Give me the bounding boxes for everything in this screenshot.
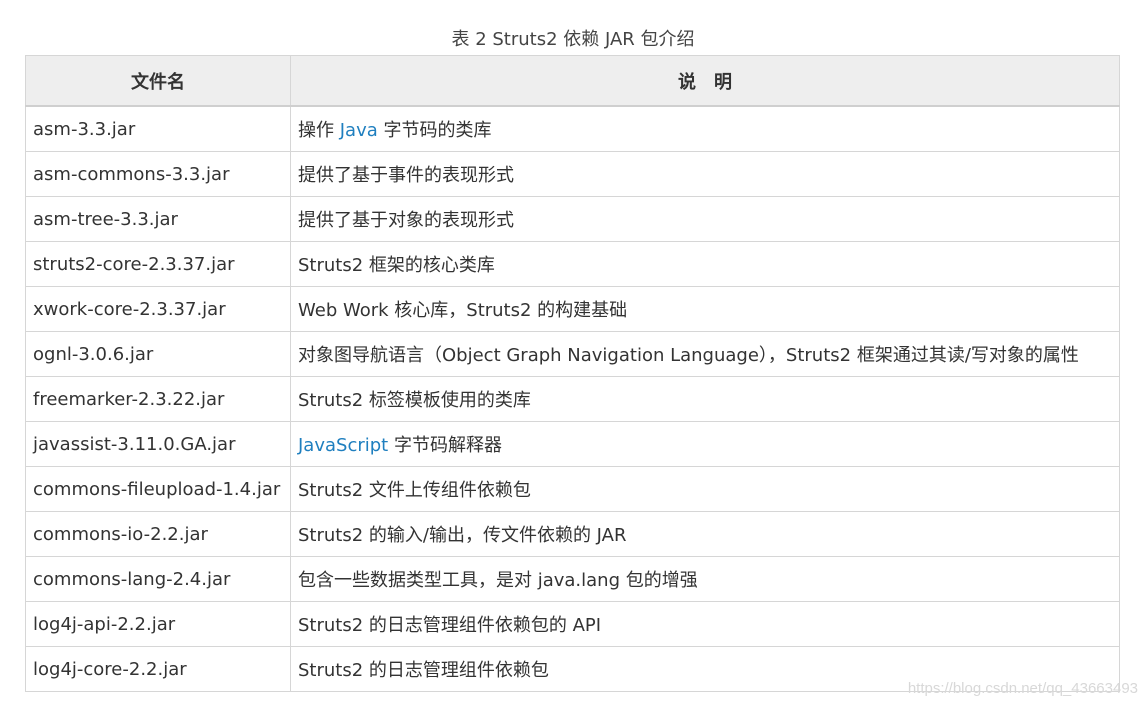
cell-filename: asm-tree-3.3.jar xyxy=(25,196,291,242)
table-row: freemarker-2.3.22.jar Struts2 标签模板使用的类库 xyxy=(25,376,1120,422)
watermark: https://blog.csdn.net/qq_43663493 xyxy=(907,680,1138,697)
table-row: xwork-core-2.3.37.jar Web Work 核心库，Struts… xyxy=(25,286,1120,332)
table-row: asm-commons-3.3.jar 提供了基于事件的表现形式 xyxy=(25,151,1120,197)
cell-description: 对象图导航语言（Object Graph Navigation Language… xyxy=(290,331,1120,377)
table-row: commons-fileupload-1.4.jar Struts2 文件上传组件… xyxy=(25,466,1120,512)
cell-description: Struts2 的日志管理组件依赖包的 API xyxy=(290,601,1120,647)
table-row: asm-tree-3.3.jar 提供了基于对象的表现形式 xyxy=(25,196,1120,242)
cell-description: Struts2 的输入/输出，传文件依赖的 JAR xyxy=(290,511,1120,557)
description-text: Struts2 的日志管理组件依赖包 xyxy=(298,660,549,681)
description-text: 字节码的类库 xyxy=(377,120,492,141)
table-row: commons-io-2.2.jar Struts2 的输入/输出，传文件依赖的 … xyxy=(25,511,1120,557)
cell-description: Struts2 标签模板使用的类库 xyxy=(290,376,1120,422)
cell-filename: asm-commons-3.3.jar xyxy=(25,151,291,197)
cell-filename: log4j-api-2.2.jar xyxy=(25,601,291,647)
cell-description: 操作 Java 字节码的类库 xyxy=(290,105,1120,152)
cell-filename: struts2-core-2.3.37.jar xyxy=(25,241,291,287)
cell-filename: commons-fileupload-1.4.jar xyxy=(25,466,291,512)
description-text: Struts2 的日志管理组件依赖包的 API xyxy=(298,615,602,636)
table-body: asm-3.3.jar 操作 Java 字节码的类库 asm-commons-3.3… xyxy=(25,105,1120,692)
table-row: log4j-api-2.2.jar Struts2 的日志管理组件依赖包的 API xyxy=(25,601,1120,647)
cell-description: 包含一些数据类型工具，是对 java.lang 包的增强 xyxy=(290,556,1120,602)
cell-filename: asm-3.3.jar xyxy=(25,105,291,152)
description-text: 操作 xyxy=(298,120,340,141)
cell-filename: xwork-core-2.3.37.jar xyxy=(25,286,291,332)
description-text: Struts2 框架的核心类库 xyxy=(298,255,495,276)
description-text: 提供了基于对象的表现形式 xyxy=(298,210,514,231)
table-row: struts2-core-2.3.37.jar Struts2 框架的核心类库 xyxy=(25,241,1120,287)
cell-filename: commons-io-2.2.jar xyxy=(25,511,291,557)
description-text: 包含一些数据类型工具，是对 java.lang 包的增强 xyxy=(298,570,698,591)
cell-filename: javassist-3.11.0.GA.jar xyxy=(25,421,291,467)
cell-filename: ognl-3.0.6.jar xyxy=(25,331,291,377)
description-text: 字节码解释器 xyxy=(388,435,502,456)
description-link[interactable]: JavaScript xyxy=(298,435,388,456)
cell-description: Struts2 框架的核心类库 xyxy=(290,241,1120,287)
description-text: Web Work 核心库，Struts2 的构建基础 xyxy=(298,300,628,321)
cell-description: Web Work 核心库，Struts2 的构建基础 xyxy=(290,286,1120,332)
description-text: Struts2 的输入/输出，传文件依赖的 JAR xyxy=(298,525,627,546)
description-link[interactable]: Java xyxy=(340,120,378,141)
cell-description: JavaScript 字节码解释器 xyxy=(290,421,1120,467)
jar-table: 文件名 说 明 asm-3.3.jar 操作 Java 字节码的类库 asm-com… xyxy=(25,55,1120,692)
table-header: 文件名 说 明 xyxy=(25,55,1120,107)
cell-description: 提供了基于对象的表现形式 xyxy=(290,196,1120,242)
cell-filename: commons-lang-2.4.jar xyxy=(25,556,291,602)
description-text: Struts2 标签模板使用的类库 xyxy=(298,390,531,411)
table-row: asm-3.3.jar 操作 Java 字节码的类库 xyxy=(25,105,1120,152)
header-description: 说 明 xyxy=(290,55,1120,107)
cell-filename: freemarker-2.3.22.jar xyxy=(25,376,291,422)
table-row: javassist-3.11.0.GA.jar JavaScript 字节码解释器 xyxy=(25,421,1120,467)
description-text: 提供了基于事件的表现形式 xyxy=(298,165,514,186)
header-filename: 文件名 xyxy=(25,55,291,107)
table-caption: 表 2 Struts2 依赖 JAR 包介绍 xyxy=(451,29,695,50)
header-row: 文件名 说 明 xyxy=(25,55,1120,107)
description-text: 对象图导航语言（Object Graph Navigation Language… xyxy=(298,345,1079,366)
table-row: ognl-3.0.6.jar 对象图导航语言（Object Graph Navig… xyxy=(25,331,1120,377)
table-row: commons-lang-2.4.jar 包含一些数据类型工具，是对 java.l… xyxy=(25,556,1120,602)
cell-description: Struts2 文件上传组件依赖包 xyxy=(290,466,1120,512)
cell-description: 提供了基于事件的表现形式 xyxy=(290,151,1120,197)
cell-filename: log4j-core-2.2.jar xyxy=(25,646,291,692)
description-text: Struts2 文件上传组件依赖包 xyxy=(298,480,531,501)
